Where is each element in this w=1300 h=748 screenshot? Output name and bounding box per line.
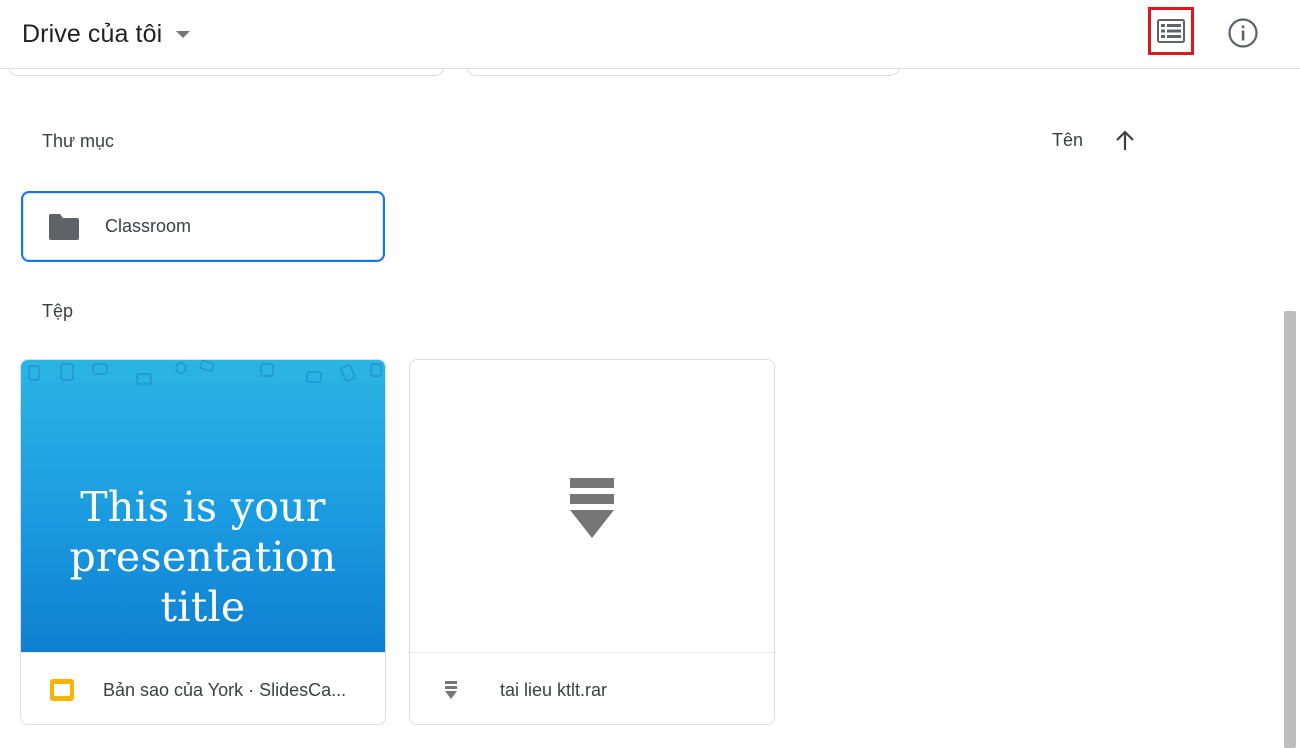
list-view-button[interactable]: [1148, 7, 1194, 55]
files-section-label: Tệp: [42, 301, 74, 321]
slide-decoration-pattern: [28, 360, 382, 385]
file-card-footer: tai lieu ktlt.rar: [410, 652, 774, 724]
arrow-up-icon[interactable]: [1112, 128, 1138, 154]
scrollbar-thumb[interactable]: [1284, 311, 1296, 748]
info-icon: [1228, 18, 1258, 48]
drive-header: Drive của tôi: [0, 0, 1300, 69]
file-name: Bản sao của York · SlidesCa...: [103, 679, 347, 700]
file-card[interactable]: This is your presentation title Bản sao …: [20, 359, 386, 725]
google-slides-icon: [50, 679, 74, 701]
file-name: tai lieu ktlt.rar: [500, 679, 608, 700]
folder-card[interactable]: Classroom: [21, 191, 385, 262]
folder-name: Classroom: [105, 216, 192, 236]
archive-icon: [445, 681, 457, 699]
folder-icon: [49, 213, 79, 240]
slide-thumbnail-title: This is your presentation title: [21, 482, 385, 632]
slide-title-line-1: This is your: [80, 483, 326, 531]
file-card[interactable]: tai lieu ktlt.rar: [409, 359, 775, 725]
sort-by-name-button[interactable]: Tên: [1052, 130, 1083, 151]
chevron-down-icon: [176, 30, 191, 38]
folders-section-label: Thư mục: [42, 131, 115, 151]
page-title: Drive của tôi: [22, 19, 163, 48]
drive-page: Drive của tôi Thư mục Tên Classroom Tệp …: [0, 0, 1300, 748]
view-details-button[interactable]: [1224, 14, 1262, 52]
file-thumbnail: [410, 360, 774, 652]
slide-title-line-2: presentation title: [69, 533, 337, 631]
my-drive-dropdown[interactable]: Drive của tôi: [22, 14, 191, 54]
file-thumbnail: This is your presentation title: [21, 360, 385, 652]
file-card-footer: Bản sao của York · SlidesCa...: [21, 652, 385, 724]
list-view-icon: [1157, 19, 1185, 43]
archive-icon: [570, 478, 614, 538]
